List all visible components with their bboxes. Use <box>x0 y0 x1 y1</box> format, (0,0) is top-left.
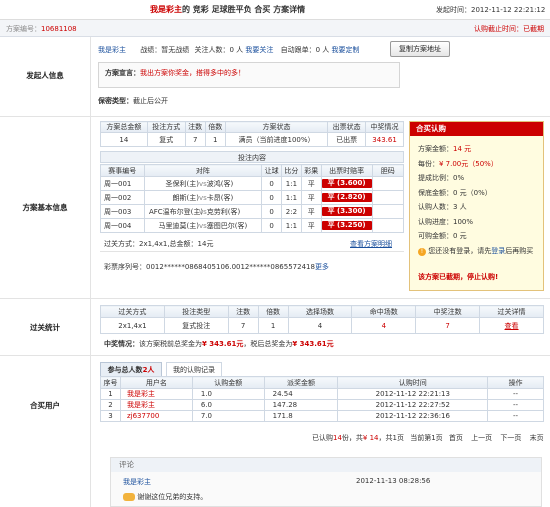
summary-row: 14 复式 7 1 满员（当前进度100%） 已出票 343.61 <box>100 132 404 147</box>
members-header-row: 序号 用户名 认购金额 派奖金额 认购时间 操作 <box>100 376 544 389</box>
pager-first[interactable]: 首页 <box>449 434 463 442</box>
bet-header-row: 赛事编号 对阵 让球 比分 彩果 出票时赔率 胆码 <box>100 164 405 177</box>
odds-badge: 平 (3.250) <box>322 221 372 230</box>
comment-title: 评论 <box>111 458 541 472</box>
member-username[interactable]: 我是彩主 <box>127 401 155 409</box>
odds-badge: 平 (2.820) <box>322 193 372 202</box>
closed-notice: 该方案已截期，停止认购! <box>418 273 499 281</box>
bet-row: 周一003 AFC温布尔登(主)vs克劳利(客) 0 2:2 平 平 (3.30… <box>100 204 405 219</box>
bet-table: 赛事编号 对阵 让球 比分 彩果 出票时赔率 胆码 周一001 圣保利(主)vs… <box>100 164 405 233</box>
pass-stats-row: 2x1,4x1 复式投注 7 1 4 4 7 查看 <box>100 317 544 334</box>
start-time: 发起时间：2012-11-12 22:21:12 <box>436 6 546 14</box>
section-members-label: 合买用户 <box>30 401 60 410</box>
initiator-username-link[interactable]: 我是彩主 <box>98 46 126 54</box>
pass-stats-header-row: 过关方式 投注类型 注数 倍数 选择场数 命中场数 中奖注数 过关详情 <box>100 305 544 318</box>
pager-next[interactable]: 下一页 <box>500 434 521 442</box>
pass-stats-table: 过关方式 投注类型 注数 倍数 选择场数 命中场数 中奖注数 过关详情 2x1,… <box>100 305 544 334</box>
matchup: 马里迪莫(主)vs塞图巴尔(客) <box>143 218 263 233</box>
bet-content-title: 投注内容 <box>100 151 404 163</box>
deadline: 认购截止时间：已截期 <box>474 25 544 33</box>
declaration-box: 方案宣言：我出方案你奖金，搭得多中的多！ <box>98 62 400 88</box>
header-bar: 我是彩主的 竞彩 足球胜平负 合买 方案详情 发起时间：2012-11-12 2… <box>0 0 550 20</box>
warning-icon: ! <box>418 247 426 256</box>
summary-header-row: 方案总金额 投注方式 注数 倍数 方案状态 出票状态 中奖情况 <box>100 121 404 133</box>
join-count: 认购人数：3 人 <box>418 203 467 211</box>
matchup: 圣保利(主)vs波鸿(客) <box>143 176 263 191</box>
section-divider <box>90 37 91 507</box>
pass-detail-link[interactable]: 查看 <box>505 322 519 330</box>
divider <box>100 251 404 252</box>
customize-link[interactable]: 我要定制 <box>332 46 360 54</box>
follow-link[interactable]: 我要关注 <box>245 46 273 54</box>
table-row: 1 我是彩主 1.0 24.54 2012-11-12 22:21:13 -- <box>100 388 544 400</box>
section-scheme-label: 方案基本信息 <box>22 203 68 212</box>
scheme-no-bar: 方案编号：10681108 认购截止时间：已截期 <box>0 20 550 37</box>
title-username[interactable]: 我是彩主 <box>150 5 182 14</box>
join-panel: 合买认购 方案金额：14 元 每份：¥ 7.00元（50%） 提成比例：0% 保… <box>409 121 544 291</box>
join-progress: 认购进度：100% <box>418 217 474 226</box>
initiator-info: 我是彩主 战绩：暂无战绩 关注人数：0 人 我要关注 自动跟单：0 人 我要定制 <box>98 46 360 54</box>
divider <box>0 355 550 356</box>
login-link[interactable]: 登录 <box>491 247 505 255</box>
matchup: 朗斯(主)vs卡昂(客) <box>143 190 263 205</box>
divider <box>0 116 550 117</box>
join-guarantee: 保底金额：0 元（0%） <box>418 188 492 197</box>
copy-address-button[interactable]: 复制方案地址 <box>390 41 450 57</box>
bet-row: 周一001 圣保利(主)vs波鸿(客) 0 1:1 平 平 (3.600) <box>100 176 405 191</box>
login-hint: ! 您还没有登录，请先登录后再购买 <box>418 244 535 259</box>
serial-numbers: 彩票序列号：0012******0868405106.0012******086… <box>104 263 329 271</box>
odds-badge: 平 (3.300) <box>322 207 372 216</box>
comment-text: 谢谢这位兄弟的支持。 <box>123 492 207 502</box>
view-detail-link[interactable]: 查看方案明细 <box>350 239 392 249</box>
matchup: AFC温布尔登(主)vs克劳利(客) <box>143 204 263 219</box>
comment-box: 评论 我是彩主 2012-11-13 08:28:56 谢谢这位兄弟的支持。 <box>110 457 542 507</box>
tab-all-joiners[interactable]: 参与总人数2人 <box>100 362 162 376</box>
pass-info: 过关方式：2x1,4x1,总金额：14元 <box>104 240 214 248</box>
members-table: 序号 用户名 认购金额 派奖金额 认购时间 操作 1 我是彩主 1.0 24.5… <box>100 376 544 422</box>
handshake-icon <box>123 493 135 501</box>
pager-prev[interactable]: 上一页 <box>471 434 492 442</box>
join-remaining: 可购金额：0 元 <box>418 232 467 240</box>
divider <box>0 298 550 299</box>
join-total: 方案金额：14 元 <box>418 145 472 153</box>
pager-last[interactable]: 末页 <box>530 434 544 442</box>
page-title: 我是彩主的 竞彩 足球胜平负 合买 方案详情 <box>150 4 305 15</box>
comment-user[interactable]: 我是彩主 <box>123 478 151 486</box>
table-row: 2 我是彩主 6.0 147.28 2012-11-12 22:27:52 -- <box>100 399 544 411</box>
summary-table: 方案总金额 投注方式 注数 倍数 方案状态 出票状态 中奖情况 14 复式 7 … <box>100 121 404 147</box>
member-username[interactable]: zj637700 <box>127 412 159 420</box>
member-username[interactable]: 我是彩主 <box>127 390 155 398</box>
more-serial-link[interactable]: 更多 <box>315 263 329 271</box>
join-panel-title: 合买认购 <box>410 122 543 136</box>
section-initiator-label: 发起人信息 <box>26 71 64 80</box>
section-pass-stats-label: 过关统计 <box>30 323 60 332</box>
bet-row: 周一004 马里迪莫(主)vs塞图巴尔(客) 0 1:1 平 平 (3.250) <box>100 218 405 233</box>
join-unit: 每份：¥ 7.00元（50%） <box>418 159 498 168</box>
odds-badge: 平 (3.600) <box>322 179 372 188</box>
table-row: 3 zj637700 7.0 171.8 2012-11-12 22:36:16… <box>100 410 544 422</box>
pager: 已认购14份，共¥ 14，共1页 当前第1页 首页 上一页 下一页 末页 <box>312 434 544 442</box>
join-commission: 提成比例：0% <box>418 174 465 182</box>
title-text: 的 竞彩 足球胜平负 合买 方案详情 <box>182 5 306 14</box>
tab-my-records[interactable]: 我的认购记录 <box>166 362 222 376</box>
comment-time: 2012-11-13 08:28:56 <box>356 477 431 485</box>
scheme-no: 方案编号：10681108 <box>6 25 77 33</box>
bet-row: 周一002 朗斯(主)vs卡昂(客) 0 1:1 平 平 (2.820) <box>100 190 405 205</box>
secrecy-type: 保密类型：截止后公开 <box>98 97 168 105</box>
prize-summary: 中奖情况：该方案税前总奖金为¥ 343.61元，税后总奖金为¥ 343.61元 <box>104 340 334 348</box>
